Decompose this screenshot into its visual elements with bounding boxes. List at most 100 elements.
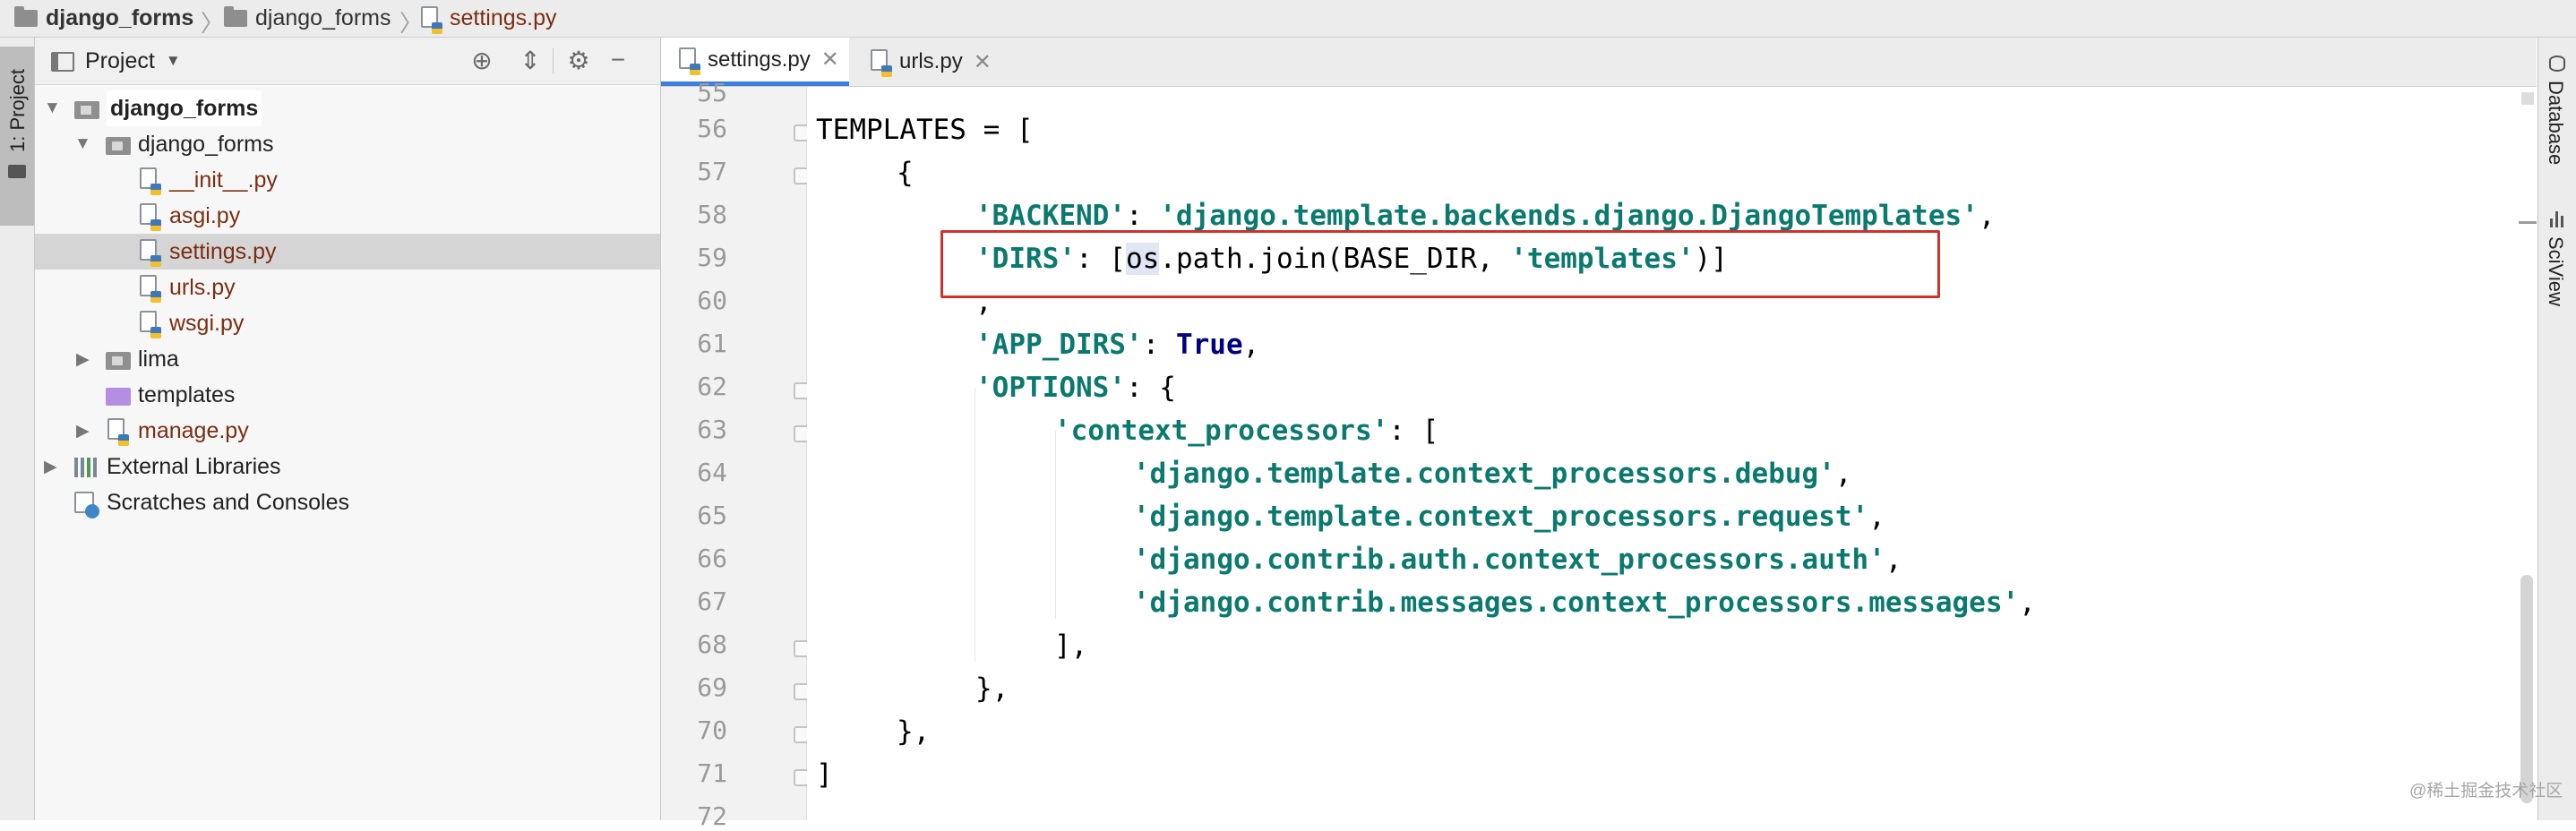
scrollbar-thumb[interactable] xyxy=(2520,575,2533,803)
chevron-right-icon[interactable]: ▶ xyxy=(76,341,90,377)
package-folder-icon xyxy=(106,137,131,155)
tree-row-file[interactable]: urls.py xyxy=(35,270,660,305)
python-file-icon xyxy=(140,167,161,195)
code-editor[interactable]: TEMPLATES = [ { 'BACKEND': 'django.templ… xyxy=(807,87,2537,820)
python-file-icon xyxy=(871,49,892,77)
chevron-right-icon[interactable]: ▶ xyxy=(44,449,57,484)
sciview-icon xyxy=(2550,211,2564,227)
vertical-scrollbar[interactable] xyxy=(2519,87,2537,820)
tree-label: django_forms xyxy=(138,131,274,157)
database-tool-tab[interactable]: Database xyxy=(2538,50,2576,202)
project-tool-tab[interactable]: 1: Project xyxy=(0,47,34,226)
breadcrumb-separator: 〉 xyxy=(201,10,225,37)
annotation-highlight-box xyxy=(940,230,1940,298)
tree-label: Scratches and Consoles xyxy=(107,489,349,515)
sciview-tool-tab[interactable]: SciView xyxy=(2538,206,2576,358)
code-line-56: TEMPLATES = [ xyxy=(816,114,1034,146)
line-number: 72 xyxy=(697,801,727,831)
breadcrumb-file[interactable]: settings.py xyxy=(421,0,557,37)
folder-icon xyxy=(224,6,247,27)
breadcrumb-project-label: django_forms xyxy=(46,5,194,30)
line-number: 56 xyxy=(697,114,727,143)
line-number: 71 xyxy=(697,758,727,788)
code-line-65: 'django.template.context_processors.requ… xyxy=(1133,501,1885,533)
code-line-57: { xyxy=(897,157,914,189)
line-number: 62 xyxy=(697,372,727,401)
close-icon[interactable]: ✕ xyxy=(974,49,992,75)
project-panel: Project ▼ ⊕ ⇕ ⚙ − ▼ django_forms ▼ djang… xyxy=(35,38,661,820)
line-number: 58 xyxy=(697,200,727,229)
editor-tab-bar: settings.py ✕ urls.py ✕ xyxy=(661,38,2537,87)
python-file-icon xyxy=(421,5,442,34)
python-file-icon xyxy=(140,203,161,231)
code-line-66: 'django.contrib.auth.context_processors.… xyxy=(1133,544,1902,576)
code-line-63: 'context_processors': [ xyxy=(1054,415,1439,447)
project-view-label: Project xyxy=(85,47,155,73)
tab-urls-py[interactable]: urls.py ✕ xyxy=(856,38,1018,86)
python-file-icon xyxy=(140,311,161,338)
line-number: 70 xyxy=(697,715,727,745)
tree-row-package[interactable]: ▶ lima xyxy=(35,341,660,377)
tree-row-scratches[interactable]: Scratches and Consoles xyxy=(35,484,660,520)
tree-label: External Libraries xyxy=(107,453,281,479)
project-panel-header: Project ▼ ⊕ ⇕ ⚙ − xyxy=(35,38,660,85)
code-line-68: ], xyxy=(1054,630,1088,662)
close-icon[interactable]: ✕ xyxy=(821,47,839,73)
breadcrumb-project[interactable]: django_forms xyxy=(14,0,193,37)
tree-row-file[interactable]: ▶ manage.py xyxy=(35,413,660,449)
tree-row-libraries[interactable]: ▶ External Libraries xyxy=(35,449,660,484)
tree-label: urls.py xyxy=(169,274,236,300)
code-line-58: 'BACKEND': 'django.template.backends.dja… xyxy=(975,200,1996,232)
chevron-right-icon[interactable]: ▶ xyxy=(76,413,90,449)
templates-folder-icon xyxy=(106,388,131,406)
tree-row-file[interactable]: asgi.py xyxy=(35,198,660,234)
indent-guide xyxy=(1055,431,1056,619)
project-view-selector[interactable]: Project ▼ xyxy=(85,38,181,84)
tree-row-root[interactable]: ▼ django_forms xyxy=(35,90,660,126)
breadcrumb-file-label: settings.py xyxy=(450,5,557,30)
folder-icon xyxy=(74,101,99,119)
collapse-all-icon[interactable]: ⇕ xyxy=(515,45,545,75)
python-file-icon xyxy=(679,47,700,75)
tree-label: templates xyxy=(138,381,236,407)
line-number: 60 xyxy=(697,286,727,315)
watermark: @稀土掘金技术社区 xyxy=(2409,782,2563,801)
left-tool-strip: 1: Project xyxy=(0,38,35,820)
gear-icon[interactable]: ⚙ xyxy=(563,45,594,75)
chevron-down-icon[interactable]: ▼ xyxy=(44,90,61,126)
code-line-71: ] xyxy=(816,758,833,791)
database-icon xyxy=(2549,56,2565,72)
tree-row-folder[interactable]: templates xyxy=(35,377,660,413)
project-tool-tab-label: 1: Project xyxy=(6,69,29,152)
code-line-61: 'APP_DIRS': True, xyxy=(975,329,1260,361)
locate-file-icon[interactable]: ⊕ xyxy=(467,45,497,75)
hide-panel-icon[interactable]: − xyxy=(603,45,633,75)
package-folder-icon xyxy=(106,352,131,370)
tree-label: asgi.py xyxy=(169,202,241,228)
tree-row-package[interactable]: ▼ django_forms xyxy=(35,126,660,162)
line-number: 57 xyxy=(697,157,727,186)
header-divider xyxy=(553,48,554,73)
folder-icon xyxy=(8,165,26,178)
line-number: 65 xyxy=(697,501,727,530)
editor-gutter: 55 56 57 58 59 60 61 62 63 64 65 66 67 6… xyxy=(661,78,811,831)
line-number: 61 xyxy=(697,329,727,358)
line-number: 64 xyxy=(697,458,727,487)
tree-label: settings.py xyxy=(169,238,277,264)
chevron-down-icon[interactable]: ▼ xyxy=(74,126,91,162)
right-tool-strip: Database SciView xyxy=(2537,38,2576,820)
tree-label: lima xyxy=(138,346,179,372)
python-file-icon xyxy=(140,239,161,267)
tree-label: __init__.py xyxy=(169,167,278,193)
code-line-64: 'django.template.context_processors.debu… xyxy=(1133,458,1852,490)
tree-row-file-selected[interactable]: settings.py xyxy=(35,234,660,270)
breadcrumb-package-label: django_forms xyxy=(255,5,391,30)
tree-row-file[interactable]: wsgi.py xyxy=(35,305,660,341)
tree-label: manage.py xyxy=(138,417,249,443)
code-line-70: }, xyxy=(897,715,931,748)
line-number: 68 xyxy=(697,630,727,659)
breadcrumb-separator: 〉 xyxy=(399,10,424,37)
breadcrumb-package[interactable]: django_forms xyxy=(224,0,391,37)
database-tool-label: Database xyxy=(2545,81,2567,166)
tree-row-file[interactable]: __init__.py xyxy=(35,162,660,198)
